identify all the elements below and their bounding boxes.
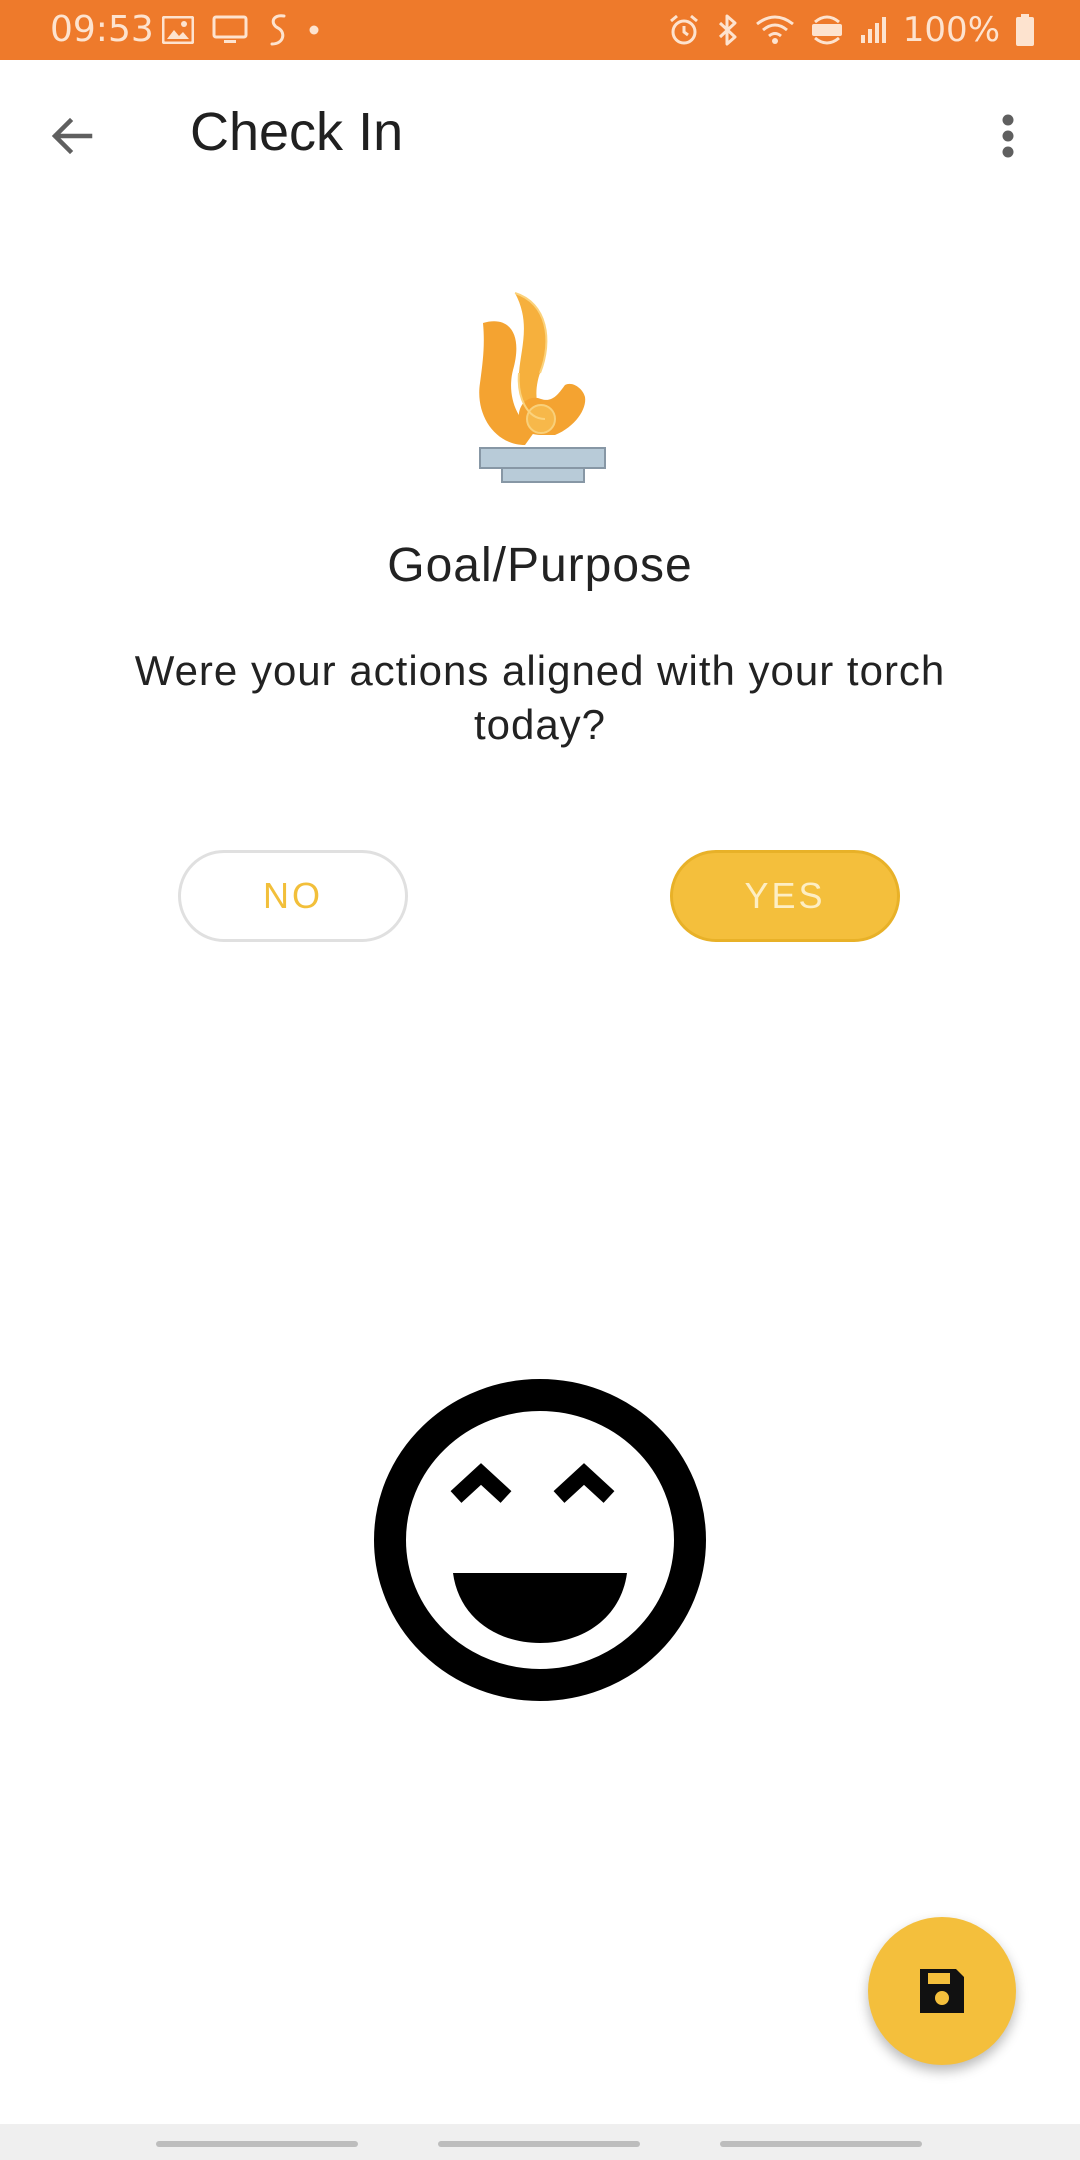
status-right-icons: 100% (667, 10, 1036, 50)
torch-icon (455, 285, 625, 490)
alarm-icon (667, 13, 701, 47)
recents-nav-handle[interactable] (156, 2141, 358, 2147)
status-bar: 09:53 100% (0, 0, 1080, 60)
overflow-menu-button[interactable] (972, 100, 1044, 172)
arrow-back-icon (51, 117, 93, 155)
question-text: Were your actions aligned with your torc… (134, 647, 946, 748)
gallery-icon (162, 16, 194, 44)
wifi-icon (755, 14, 795, 46)
signal-icon (859, 15, 889, 45)
save-button[interactable] (868, 1917, 1016, 2065)
volte-icon (809, 14, 845, 46)
more-vert-icon (1002, 114, 1014, 158)
app-bar: Check In (0, 60, 1080, 204)
home-nav-handle[interactable] (438, 2141, 640, 2147)
battery-percent: 100% (902, 10, 1000, 50)
yes-button[interactable]: YES (670, 850, 900, 942)
laughing-face-icon[interactable] (373, 1378, 707, 1702)
status-left-icons (162, 12, 320, 48)
back-nav-handle[interactable] (720, 2141, 922, 2147)
save-icon (920, 1969, 964, 2013)
cast-icon (212, 15, 248, 45)
s-health-icon (266, 12, 290, 48)
no-button[interactable]: NO (178, 850, 408, 942)
bluetooth-icon (715, 13, 741, 47)
dot-icon (308, 24, 320, 36)
page-title: Check In (190, 102, 404, 162)
system-nav-bar (0, 2124, 1080, 2160)
category-title: Goal/Purpose (387, 539, 693, 592)
battery-icon (1014, 13, 1036, 47)
status-time: 09:53 (50, 9, 154, 50)
back-button[interactable] (36, 100, 108, 172)
